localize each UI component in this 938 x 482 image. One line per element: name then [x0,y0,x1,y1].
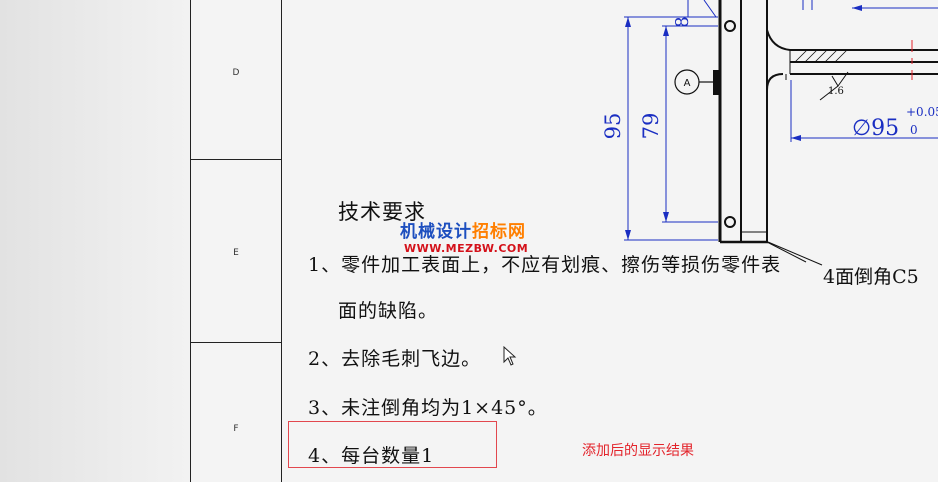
requirement-item: 3、未注倒角均为1×45°。 [308,397,548,419]
requirement-item: 面的缺陷。 [338,300,439,322]
result-annotation: 添加后的显示结果 [582,443,694,459]
dimension-text-8: 8 [672,16,693,27]
requirement-item: 1、零件加工表面上，不应有划痕、擦伤等损伤零件表 [308,254,782,276]
section-hatch [794,49,848,63]
dimension-text-95: 95 [601,113,625,140]
watermark-logo: 机械设计招标网 [400,217,526,242]
watermark-url: WWW.MEZBW.COM [404,242,529,255]
datum-triangle [713,70,719,95]
datum-label: A [684,78,691,89]
highlight-box [288,421,497,468]
mounting-holes [724,20,736,228]
tolerance-upper-text: +0.05 [906,105,938,119]
watermark-text: 机械设计 [400,222,472,242]
tolerance-lower-text: 0 [910,123,918,137]
mouse-cursor-icon [503,346,517,366]
dimension-text-79: 79 [639,113,663,140]
part-outline [718,0,938,263]
requirement-item: 2、去除毛刺飞边。 [308,348,482,370]
diameter-dimension-text: ∅95 [852,116,899,141]
chamfer-note: 4面倒角C5 [823,266,919,288]
roughness-value: 1.6 [828,86,844,97]
watermark-text-highlight: 招标网 [472,222,526,242]
